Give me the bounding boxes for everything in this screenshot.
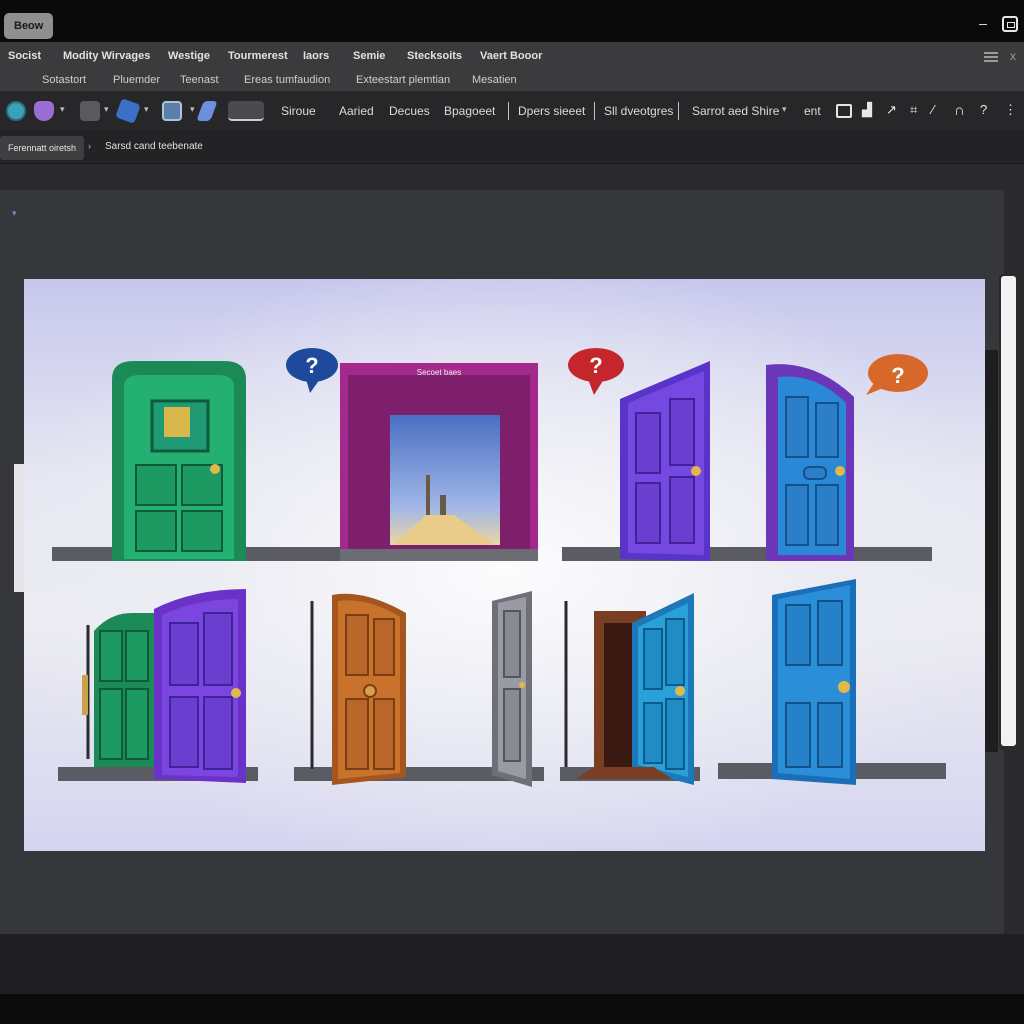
toolbar-divider [678,102,679,120]
door-icon[interactable]: ∩ [954,102,965,119]
toolbar-label[interactable]: Aaried [339,104,374,118]
tab-active-document[interactable]: Ferennatt oiretsh [0,136,85,160]
svg-text:?: ? [589,353,602,378]
svg-text:?: ? [891,363,904,388]
question-bubble-icon: ? [866,354,928,395]
toolbar-label[interactable]: Siroue [281,104,316,118]
toolbar-label[interactable]: ent [804,104,821,118]
menu-item[interactable]: Stecksoits [407,50,462,62]
menu-item[interactable]: Socist [8,50,41,62]
title-bar: Beow – [0,0,1024,42]
image-canvas[interactable]: ? Secoet baes ? ? [24,279,985,851]
menu-item[interactable]: Vaert Booor [480,50,542,62]
globe-icon[interactable] [6,101,26,121]
menu-item[interactable]: Tourmerest [228,50,288,62]
chevron-right-icon: › [88,141,91,151]
vertical-scrollbar[interactable] [999,274,1018,750]
panel-marker-icon: ▾ [12,208,17,218]
submenu-item[interactable]: Mesatien [472,74,517,86]
toolbar-label[interactable]: Bpagoeet [444,104,495,118]
menu-item[interactable]: Modity Wirvages [63,50,150,62]
blue-door [772,579,856,785]
chevron-down-icon[interactable]: ▾ [190,104,195,115]
chevron-down-icon[interactable]: ▾ [144,104,149,115]
window-restore-icon[interactable] [1002,16,1018,32]
submenu-item[interactable]: Exteestart plemtian [356,74,450,86]
menu-lines-icon[interactable] [984,52,998,64]
orange-door [310,593,406,785]
gem-icon[interactable] [34,101,54,121]
toolbar: ▾ ▾ ▾ ▾ Siroue Aaried Decues Bpagoeet Dp… [0,92,1024,130]
breadcrumb: Sarsd cand teebenate [105,141,203,152]
edit-icon[interactable]: ⁄ [932,102,934,117]
toolbar-label[interactable]: Decues [389,104,430,118]
left-ruler-handle[interactable] [14,464,24,592]
menu-item[interactable]: Iaors [303,50,329,62]
question-mark: ? [305,353,318,378]
cyan-door-open [564,593,694,785]
crystal-icon[interactable] [115,98,141,124]
comment-icon[interactable] [836,104,852,118]
menu-item[interactable]: Semie [353,50,385,62]
ruler-icon[interactable]: ⌗ [910,102,917,118]
question-bubble-icon: ? [568,348,624,395]
doors-illustration: ? Secoet baes ? ? [52,348,946,787]
chevron-down-icon[interactable]: ▾ [60,104,65,115]
cursor-tool-icon[interactable] [80,101,100,121]
toolbar-label[interactable]: Sll dveotgres [604,104,673,118]
submenu-item[interactable]: Teenast [180,74,219,86]
ruler-icon[interactable] [228,101,264,121]
app-menu-button[interactable]: Beow [4,13,54,39]
minimize-icon[interactable]: – [976,16,990,30]
image-icon[interactable] [162,101,182,121]
close-icon[interactable]: x [1010,49,1016,63]
chevron-down-icon[interactable]: ▾ [104,104,109,115]
green-purple-double-door [82,589,246,783]
toolbar-divider [508,102,509,120]
submenu-item[interactable]: Sotastort [42,74,86,86]
menu-item[interactable]: Westige [168,50,210,62]
send-icon[interactable]: ↗ [886,102,897,118]
help-icon[interactable]: ? [980,102,987,117]
more-icon[interactable]: ⋮ [1004,102,1017,118]
toolbar-label[interactable]: Dpers sieeet [518,104,585,118]
status-strip [0,934,1024,994]
menu-bar: Socist Modity Wirvages Westige Tourmeres… [0,42,1024,92]
blue-arched-door [766,364,854,561]
green-door [112,361,246,561]
magenta-archway: Secoet baes [340,363,538,561]
chart-icon[interactable]: ▟ [862,102,872,118]
submenu-item[interactable]: Pluemder [113,74,160,86]
scrollbar-thumb[interactable] [1001,276,1016,746]
tab-row: Ferennatt oiretsh › Sarsd cand teebenate [0,130,1024,164]
workspace: ▾ ? Secoet baes ? ? [0,164,1024,994]
submenu-item[interactable]: Ereas tumfaudion [244,74,330,86]
gray-door [492,591,532,787]
chevron-down-icon[interactable]: ▾ [782,104,787,115]
question-bubble-icon: ? [286,348,338,393]
toolbar-divider [594,102,595,120]
pen-icon[interactable] [196,101,218,121]
toolbar-label[interactable]: Sarrot aed Shire [692,104,779,118]
purple-door-open [620,361,710,561]
archway-caption: Secoet baes [417,368,461,377]
